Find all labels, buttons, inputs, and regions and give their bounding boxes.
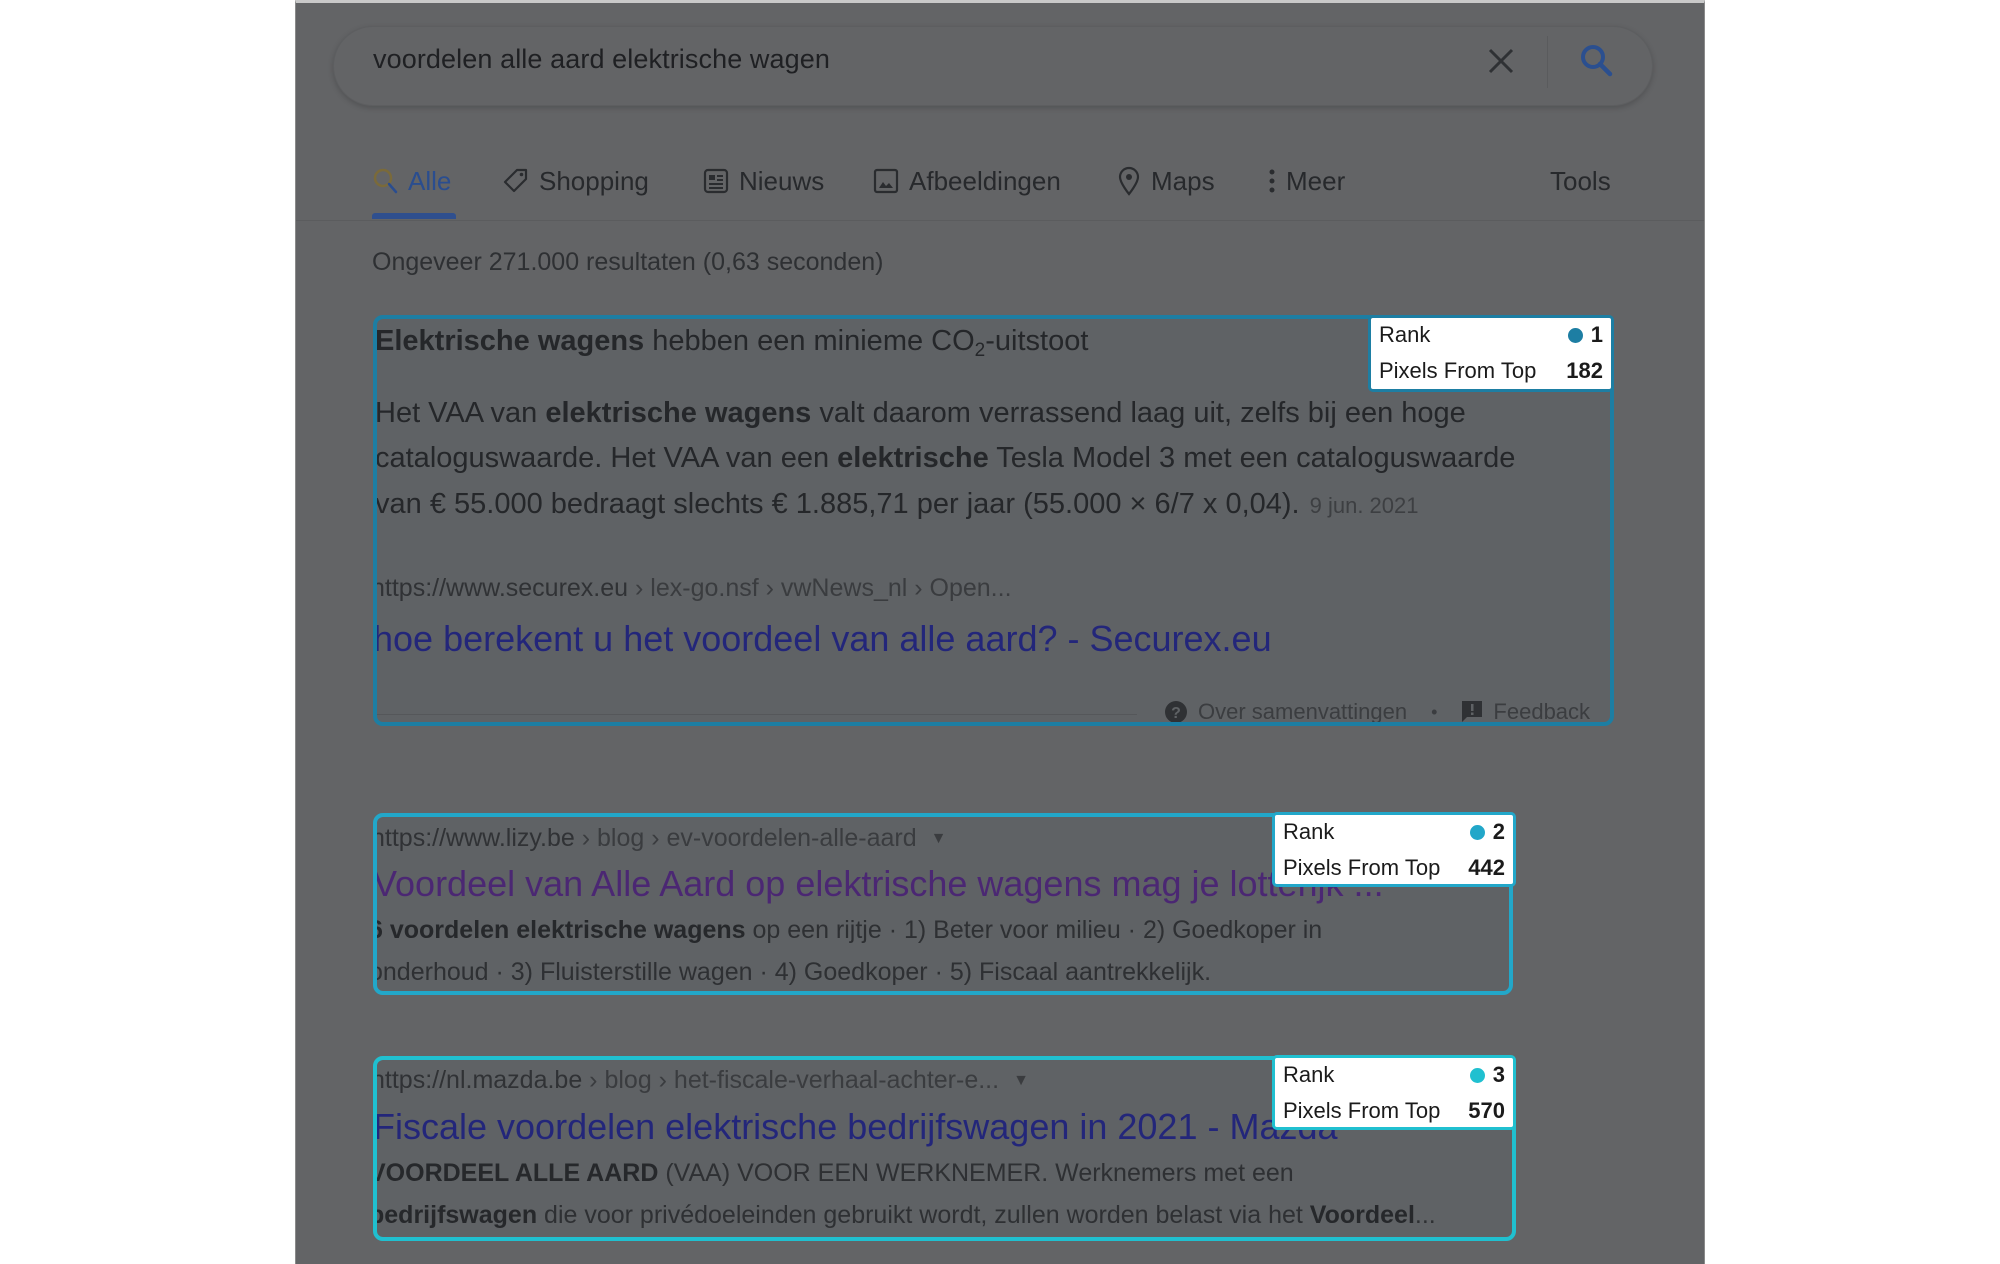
title-bold: Elektrische wagens <box>375 325 645 357</box>
tab-label: Nieuws <box>739 165 825 196</box>
snippet-text: Het VAA van <box>375 397 546 429</box>
tab-maps[interactable]: Maps <box>1117 163 1215 199</box>
image-icon <box>873 168 899 194</box>
snippet-text: op een rijtje · 1) Beter voor milieu · 2… <box>745 916 1323 944</box>
snippet-line: VOORDEEL ALLE AARD (VAA) VOOR EEN WERKNE… <box>373 1159 1294 1188</box>
newspaper-icon <box>703 168 729 194</box>
url-breadcrumb: › blog › ev-voordelen-alle-aard <box>574 824 917 852</box>
snippet-bold-text: 6 voordelen elektrische wagens <box>373 916 746 944</box>
pixels-label: Pixels From Top <box>1283 1098 1441 1123</box>
dropdown-caret-icon[interactable]: ▼ <box>931 830 947 847</box>
tab-meer[interactable]: Meer <box>1268 163 1345 199</box>
rank-dot-icon <box>1567 327 1583 343</box>
url-breadcrumb: › blog › het-fiscale-verhaal-achter-e... <box>582 1066 1000 1094</box>
snippet-line: Het VAA van elektrische wagens valt daar… <box>375 397 1466 430</box>
tab-label: Shopping <box>539 165 649 196</box>
snippet-line: 6 voordelen elektrische wagens op een ri… <box>373 916 1323 945</box>
rank-label: Rank <box>1379 322 1431 347</box>
url-domain: https://www.lizy.be <box>373 824 575 852</box>
search-icon[interactable] <box>1578 42 1614 78</box>
tools-button[interactable]: Tools <box>1550 163 1611 199</box>
url-domain: https://nl.mazda.be <box>373 1066 583 1094</box>
url-breadcrumb: › lex-go.nsf › vwNews_nl › Open... <box>628 574 1012 602</box>
feedback-icon[interactable] <box>1461 700 1483 724</box>
pixels-value: 182 <box>1566 358 1603 383</box>
result-title-link[interactable]: Fiscale voordelen elektrische bedrijfswa… <box>377 1106 1338 1148</box>
title-text: -uitstoot <box>985 325 1089 357</box>
snippet-date: 9 jun. 2021 <box>1309 493 1419 518</box>
snippet-text: valt daarom verrassend laag uit, zelfs b… <box>811 397 1466 429</box>
snippet-text: onderhoud · 3) Fluisterstille wagen · 4)… <box>373 958 1212 986</box>
map-pin-icon <box>1118 166 1140 196</box>
tab-label: Meer <box>1286 165 1346 196</box>
pixels-value: 442 <box>1468 855 1505 880</box>
snippet-text: cataloguswaarde. Het VAA van een <box>375 442 838 474</box>
rank-annotation: Rank 3 Pixels From Top 570 <box>1272 1055 1516 1130</box>
search-input[interactable]: voordelen alle aard elektrische wagen <box>373 44 830 75</box>
rank-label: Rank <box>1283 1062 1335 1087</box>
result-title-link[interactable]: hoe berekent u het voordeel van alle aar… <box>377 618 1272 660</box>
featured-snippet-title: Elektrische wagens hebben een minieme CO… <box>375 325 1089 362</box>
pixels-value: 570 <box>1468 1098 1505 1123</box>
title-text: hebben een minieme CO <box>644 325 975 357</box>
rank-annotation: Rank 2 Pixels From Top 442 <box>1272 812 1516 887</box>
tab-shopping[interactable]: Shopping <box>503 163 649 199</box>
about-snippets-link[interactable]: Over samenvattingen <box>1198 699 1407 722</box>
tag-icon <box>503 168 528 193</box>
snippet-text: (VAA) VOOR EEN WERKNEMER. Werknemers met… <box>658 1159 1294 1187</box>
divider <box>377 714 1137 715</box>
snippet-text: Tesla Model 3 met een cataloguswaarde <box>988 442 1516 474</box>
tab-label: Maps <box>1151 165 1215 196</box>
snippet-bold-text: VOORDEEL ALLE AARD <box>373 1159 659 1187</box>
rank-annotation: Rank 1 Pixels From Top 182 <box>1368 315 1614 392</box>
rank-value: 1 <box>1590 322 1603 347</box>
result-url: https://www.securex.eu › lex-go.nsf › vw… <box>373 574 1012 603</box>
search-divider <box>1547 36 1548 88</box>
dropdown-caret-icon[interactable]: ▼ <box>1013 1072 1029 1089</box>
search-icon <box>373 168 398 194</box>
snippet-feedback-row: ? Over samenvattingen • Feedback <box>1164 699 1590 724</box>
snippet-bold-text: elektrische wagens <box>545 397 812 429</box>
snippet-line: bedrijfswagen die voor privédoeleinden g… <box>373 1201 1436 1230</box>
result-stats: Ongeveer 271.000 resultaten (0,63 second… <box>372 248 884 276</box>
result-url: https://nl.mazda.be › blog › het-fiscale… <box>373 1066 1029 1095</box>
snippet-line: cataloguswaarde. Het VAA van een elektri… <box>375 442 1516 475</box>
snippet-bold-text: bedrijfswagen <box>373 1201 538 1229</box>
tab-label: Alle <box>408 165 452 196</box>
rank-value: 2 <box>1492 819 1505 844</box>
feedback-link[interactable]: Feedback <box>1493 699 1590 722</box>
tab-label: Afbeeldingen <box>909 165 1061 196</box>
more-vert-icon <box>1269 169 1275 193</box>
close-icon[interactable] <box>1486 46 1516 76</box>
tab-afbeeldingen[interactable]: Afbeeldingen <box>873 163 1061 199</box>
result-url: https://www.lizy.be › blog › ev-voordele… <box>373 824 947 853</box>
url-domain: https://www.securex.eu <box>373 574 629 602</box>
tab-nieuws[interactable]: Nieuws <box>703 163 824 199</box>
pixels-label: Pixels From Top <box>1379 358 1537 383</box>
snippet-line: van € 55.000 bedraagt slechts € 1.885,71… <box>375 488 1419 521</box>
snippet-bold-text: elektrische <box>837 442 989 474</box>
result-title-link[interactable]: Voordeel van Alle Aard op elektrische wa… <box>377 863 1384 905</box>
snippet-text: die voor privédoeleinden gebruikt wordt,… <box>537 1201 1310 1229</box>
pixels-label: Pixels From Top <box>1283 855 1441 880</box>
help-icon[interactable]: ? <box>1164 700 1188 724</box>
title-subscript: 2 <box>974 340 986 361</box>
snippet-bold-text: Voordeel <box>1309 1201 1415 1229</box>
rank-dot-icon <box>1469 1067 1485 1083</box>
tabs-divider <box>296 220 1704 221</box>
rank-dot-icon <box>1469 824 1485 840</box>
active-tab-indicator <box>372 213 456 219</box>
snippet-line: onderhoud · 3) Fluisterstille wagen · 4)… <box>373 958 1212 987</box>
snippet-text: ... <box>1414 1201 1436 1229</box>
rank-value: 3 <box>1492 1062 1505 1087</box>
snippet-text: van € 55.000 bedraagt slechts € 1.885,71… <box>375 488 1300 520</box>
separator: • <box>1431 701 1438 722</box>
svg-text:?: ? <box>1171 705 1181 722</box>
rank-label: Rank <box>1283 819 1335 844</box>
tab-alle[interactable]: Alle <box>372 163 451 199</box>
